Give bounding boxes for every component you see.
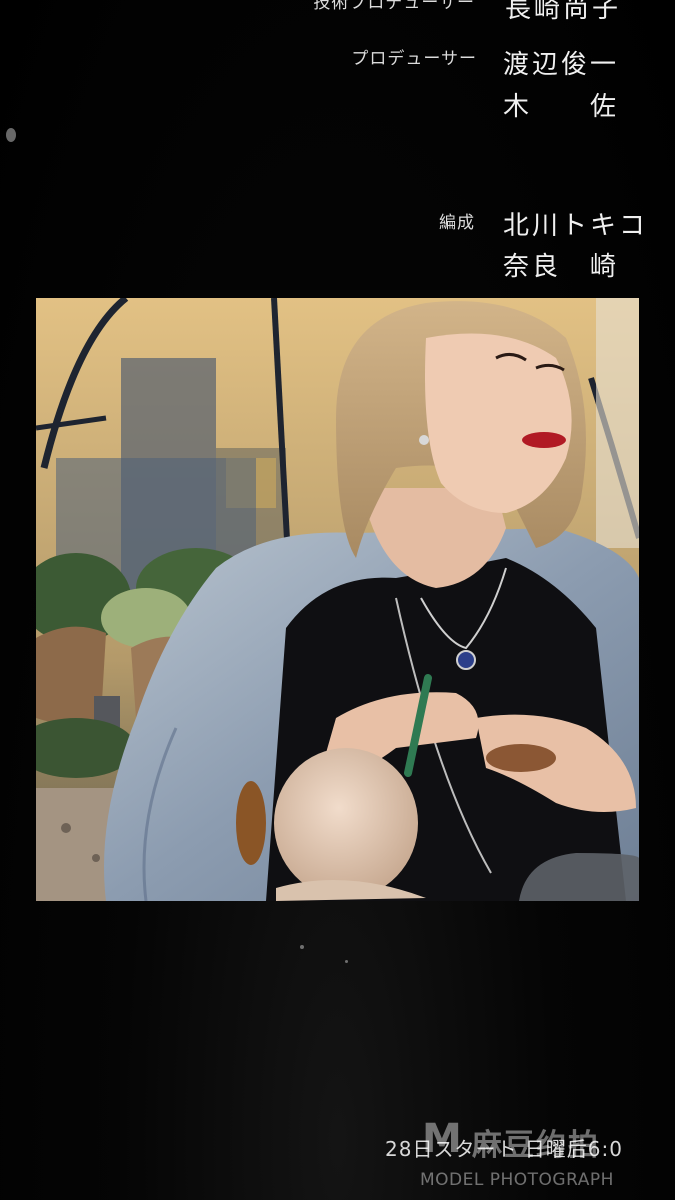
watermark-logo: M bbox=[422, 1116, 462, 1162]
credit-name-producer-2: 木 佐 bbox=[503, 92, 620, 122]
dust-speck bbox=[300, 945, 304, 949]
watermark: M 麻豆约拍 MODEL PHOTOGRAPH bbox=[420, 1110, 665, 1195]
portrait-photo bbox=[36, 298, 639, 901]
video-frame: { "credits": { "top_partial": { "role": … bbox=[0, 0, 675, 1200]
dust-speck bbox=[345, 960, 348, 963]
watermark-brand-cn: 麻豆约拍 bbox=[472, 1128, 600, 1163]
credit-name-producer-1: 渡辺俊一 bbox=[503, 50, 620, 80]
credit-role-producer: プロデューサー bbox=[351, 49, 477, 69]
credit-role-composition: 編成 bbox=[439, 213, 475, 233]
credit-role-tech-producer: 技術プロデューサー bbox=[313, 0, 475, 13]
credit-name-composition-1: 北川トキコ bbox=[503, 211, 649, 241]
credit-name-tech-producer: 長崎尚子 bbox=[505, 0, 622, 24]
credit-name-composition-2: 奈良 崎 bbox=[503, 252, 620, 282]
dust-speck bbox=[6, 128, 16, 142]
watermark-brand-en: MODEL PHOTOGRAPH bbox=[420, 1170, 614, 1190]
